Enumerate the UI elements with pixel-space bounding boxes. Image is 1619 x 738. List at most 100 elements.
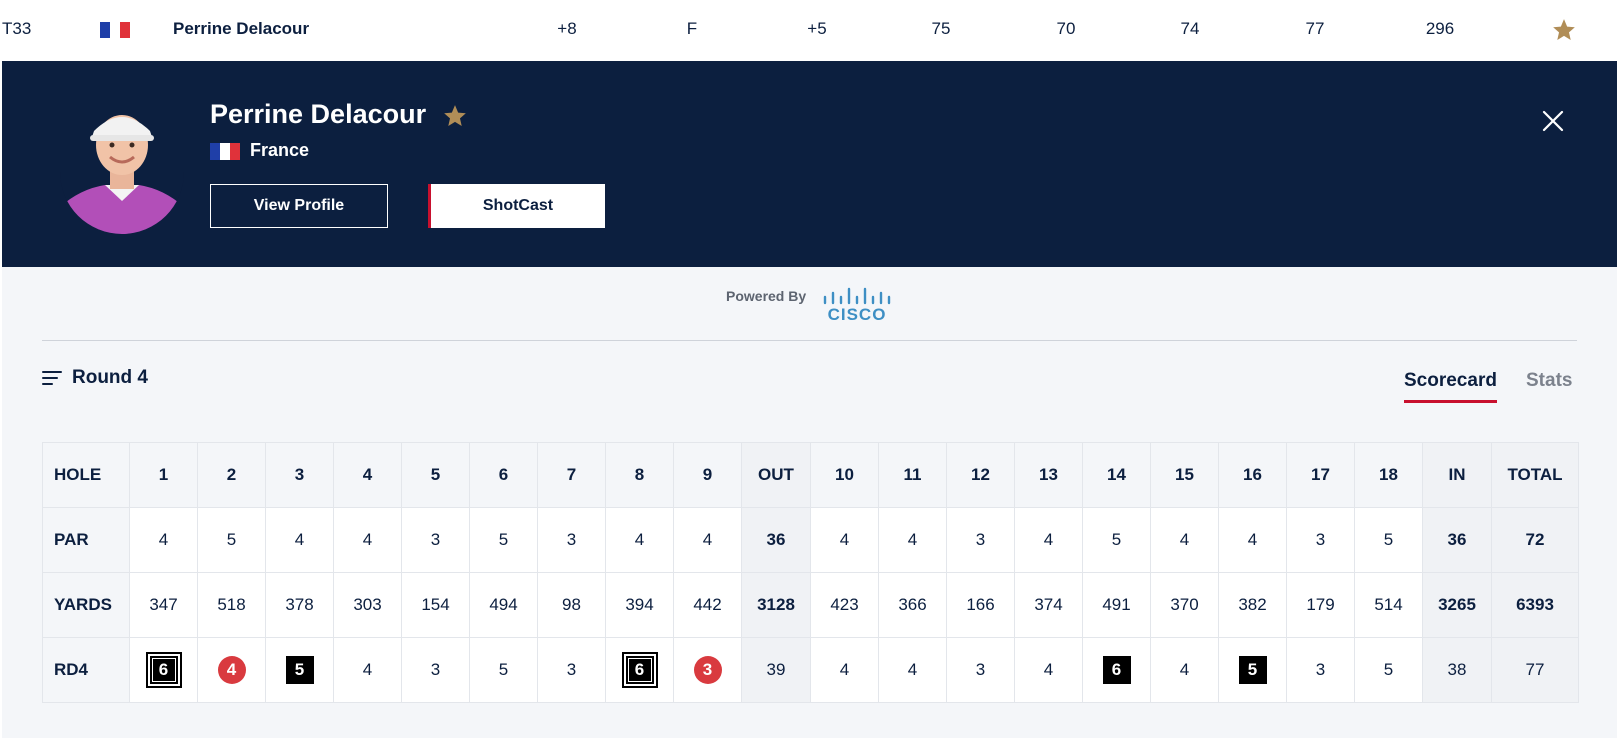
score-cell: 36: [1422, 507, 1492, 573]
score-cell: 10: [810, 442, 879, 508]
score-cell: 6393: [1491, 572, 1579, 638]
double-bogey-marker: 6: [145, 652, 182, 688]
score-cell: IN: [1422, 442, 1492, 508]
player-panel: Perrine Delacour France View Profile Sho…: [2, 61, 1617, 267]
tab-stats[interactable]: Stats: [1526, 370, 1572, 392]
score-cell: 38: [1422, 637, 1492, 703]
score-cell: 3: [673, 637, 742, 703]
score-cell: OUT: [741, 442, 811, 508]
score-cell: 3: [1286, 637, 1355, 703]
score-cell: 370: [1150, 572, 1219, 638]
score-cell: 3: [946, 507, 1015, 573]
score-cell: 16: [1218, 442, 1287, 508]
leaderboard-row[interactable]: T33 Perrine Delacour +8 F +5 75 70 74 77…: [0, 0, 1619, 61]
shotcast-button[interactable]: ShotCast: [428, 184, 605, 228]
hole-row: HOLE 1 2 3 4 5 6 7 8 9 OUT 10 11 12 13 14 15 16 17 18 IN TOTA…: [42, 442, 1579, 508]
score-cell: 4: [878, 637, 947, 703]
score-cell: 14: [1082, 442, 1151, 508]
score-cell: 7: [537, 442, 606, 508]
score-cell: 378: [265, 572, 334, 638]
birdie-marker: 4: [217, 656, 246, 684]
score-cell: 6: [605, 637, 674, 703]
score-cell: 494: [469, 572, 538, 638]
close-icon[interactable]: [1541, 109, 1565, 133]
score-cell: 4: [810, 637, 879, 703]
score-cell: 15: [1150, 442, 1219, 508]
score-cell: 303: [333, 572, 402, 638]
country-flag-icon: [100, 0, 130, 61]
score-cell: 3: [401, 637, 470, 703]
score-cell: 5: [469, 637, 538, 703]
score-cell: 423: [810, 572, 879, 638]
score-cell: 4: [1014, 507, 1083, 573]
score-cell: 5: [469, 507, 538, 573]
score-cell: 6: [129, 637, 198, 703]
row-label: PAR: [42, 507, 130, 573]
score-cell: 12: [946, 442, 1015, 508]
player-title: Perrine Delacour: [210, 99, 468, 130]
double-bogey-marker: 6: [621, 652, 658, 688]
round-1-score: 75: [931, 19, 951, 38]
round-row: RD4 6 4 5 4 3 5 3 6 3 39 4 4 3 4 6 4 5 3 5 38 77: [42, 637, 1579, 703]
bogey-marker: 5: [1238, 656, 1267, 684]
score-cell: 3: [401, 507, 470, 573]
score-cell: 13: [1014, 442, 1083, 508]
score-cell: 3128: [741, 572, 811, 638]
round-selector[interactable]: Round 4: [42, 367, 148, 389]
score-cell: 347: [129, 572, 198, 638]
score-cell: 5: [1082, 507, 1151, 573]
score-cell: 6: [1082, 637, 1151, 703]
score-cell: 4: [1218, 507, 1287, 573]
score-cell: 4: [605, 507, 674, 573]
player-avatar: [60, 97, 184, 234]
score-cell: 179: [1286, 572, 1355, 638]
score-cell: 374: [1014, 572, 1083, 638]
round-selector-label: Round 4: [72, 367, 148, 388]
to-par: +8: [557, 19, 577, 38]
score-cell: 1: [129, 442, 198, 508]
score-cell: 4: [810, 507, 879, 573]
par-row: PAR 4 5 4 4 3 5 3 4 4 36 4 4 3 4 5 4 4 3 5 36 72: [42, 507, 1579, 573]
score-cell: 4: [673, 507, 742, 573]
score-cell: 442: [673, 572, 742, 638]
birdie-marker: 3: [693, 656, 722, 684]
view-profile-button[interactable]: View Profile: [210, 184, 388, 228]
favorite-star-icon[interactable]: [442, 99, 468, 129]
round-3-score: 74: [1180, 19, 1200, 38]
score-cell: 4: [197, 637, 266, 703]
divider: [42, 340, 1577, 341]
score-cell: 4: [333, 442, 402, 508]
today: +5: [807, 19, 827, 38]
score-cell: 5: [1218, 637, 1287, 703]
score-cell: 5: [265, 637, 334, 703]
row-label: YARDS: [42, 572, 130, 638]
score-cell: 4: [333, 637, 402, 703]
score-cell: 72: [1491, 507, 1579, 573]
score-cell: 3: [537, 507, 606, 573]
favorite-star-icon[interactable]: [1551, 0, 1577, 61]
score-cell: 491: [1082, 572, 1151, 638]
thru: F: [686, 19, 698, 38]
cisco-logo: CISCO: [822, 286, 892, 327]
score-cell: 3: [537, 637, 606, 703]
score-cell: 366: [878, 572, 947, 638]
score-cell: 154: [401, 572, 470, 638]
france-flag-icon: [210, 142, 240, 160]
round-4-score: 77: [1305, 19, 1325, 38]
bogey-marker: 5: [285, 656, 314, 684]
score-cell: 4: [1150, 637, 1219, 703]
score-cell: 382: [1218, 572, 1287, 638]
powered-by-label: Powered By: [726, 288, 807, 304]
score-cell: 5: [197, 507, 266, 573]
score-cell: 9: [673, 442, 742, 508]
tab-scorecard[interactable]: Scorecard: [1404, 370, 1497, 403]
score-cell: 11: [878, 442, 947, 508]
player-country: France: [210, 140, 309, 161]
menu-icon: [42, 371, 62, 385]
yards-row: YARDS 347 518 378 303 154 494 98 394 442 3128 423 36…: [42, 572, 1579, 638]
score-cell: 17: [1286, 442, 1355, 508]
score-cell: 518: [197, 572, 266, 638]
player-name-link[interactable]: Perrine Delacour: [173, 0, 309, 61]
position: T33: [2, 19, 32, 38]
score-cell: 4: [1150, 507, 1219, 573]
